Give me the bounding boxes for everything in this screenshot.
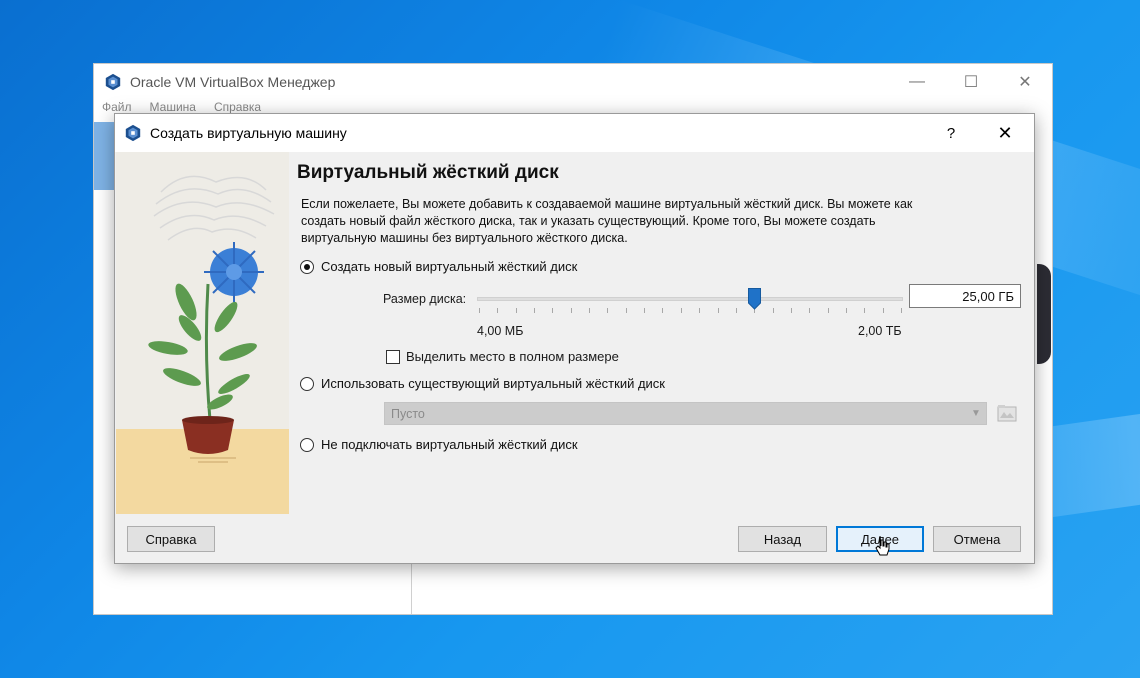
maximize-icon[interactable]: ☐ [944,64,998,100]
slider-tick [479,308,480,313]
slider-tick [516,308,517,313]
slider-tick [828,308,829,313]
radio-create-new-disk[interactable]: Создать новый виртуальный жёсткий диск [300,259,577,274]
slider-tick [589,308,590,313]
folder-icon [997,405,1017,422]
virtualbox-logo-icon [105,73,121,91]
slider-tick [534,308,535,313]
radio-selected-icon[interactable] [300,259,314,274]
disk-size-input[interactable] [909,284,1021,308]
dialog-body: Виртуальный жёсткий диск Если пожелаете,… [115,152,1034,514]
page-title: Виртуальный жёсткий диск [297,162,559,183]
slider-tick [662,308,663,313]
machine-preview-edge [1037,264,1051,364]
slider-tick [773,308,774,313]
back-button[interactable]: Назад [738,526,827,552]
wizard-page-content: Виртуальный жёсткий диск Если пожелаете,… [297,152,1034,514]
slider-max-label: 2,00 ТБ [858,324,902,338]
flower-illustration-icon [116,175,289,514]
wizard-illustration [116,152,289,514]
slider-tick [699,308,700,313]
mouse-cursor-icon [875,535,890,556]
choose-disk-folder-icon [995,401,1019,425]
slider-tick [607,308,608,313]
slider-tick [497,308,498,313]
virtualbox-logo-icon [125,124,141,142]
slider-tick [552,308,553,313]
dialog-titlebar: Создать виртуальную машину ? ✕ [115,114,1034,152]
slider-tick [681,308,682,313]
slider-tick [571,308,572,313]
slider-tick [846,308,847,313]
close-icon[interactable]: ✕ [998,64,1052,100]
slider-tick [901,308,902,313]
preallocate-checkbox[interactable] [386,349,400,364]
slider-tick [791,308,792,313]
radio-label: Использовать существующий виртуальный жё… [321,376,665,391]
selected-machine-item[interactable] [94,122,114,190]
slider-tick [626,308,627,313]
slider-min-label: 4,00 МБ [477,324,524,338]
preallocate-label: Выделить место в полном размере [406,349,619,364]
create-vm-dialog: Создать виртуальную машину ? ✕ Виртуальн… [114,113,1035,564]
slider-tick [718,308,719,313]
chevron-down-icon: ▼ [971,408,981,419]
slider-track [477,297,903,301]
disk-size-slider[interactable] [477,288,903,315]
help-button[interactable]: Справка [127,526,215,552]
disk-size-label: Размер диска: [383,292,467,306]
radio-label: Создать новый виртуальный жёсткий диск [321,259,578,274]
radio-use-existing-disk[interactable]: Использовать существующий виртуальный жё… [300,376,665,391]
radio-label: Не подключать виртуальный жёсткий диск [321,437,578,452]
slider-tick [809,308,810,313]
slider-ticks [477,308,903,314]
cancel-button[interactable]: Отмена [933,526,1021,552]
slider-tick [644,308,645,313]
minimize-icon[interactable]: — [890,64,944,100]
radio-unselected-icon[interactable] [300,437,314,452]
manager-titlebar: Oracle VM VirtualBox Менеджер — ☐ ✕ [94,64,1052,100]
dialog-footer: Справка Назад Далее Отмена [115,514,1034,563]
preallocate-checkbox-row[interactable]: Выделить место в полном размере [386,349,619,364]
slider-tick [883,308,884,313]
combobox-value: Пусто [391,406,425,421]
manager-title: Oracle VM VirtualBox Менеджер [130,74,336,90]
help-icon[interactable]: ? [926,125,976,142]
close-icon[interactable]: ✕ [976,123,1034,144]
slider-thumb[interactable] [748,288,761,310]
radio-unselected-icon[interactable] [300,376,314,391]
radio-no-disk[interactable]: Не подключать виртуальный жёсткий диск [300,437,578,452]
dialog-title: Создать виртуальную машину [150,125,347,141]
slider-tick [736,308,737,313]
slider-tick [864,308,865,313]
existing-disk-combobox: Пусто ▼ [384,402,987,425]
page-description: Если пожелаете, Вы можете добавить к соз… [301,197,913,245]
